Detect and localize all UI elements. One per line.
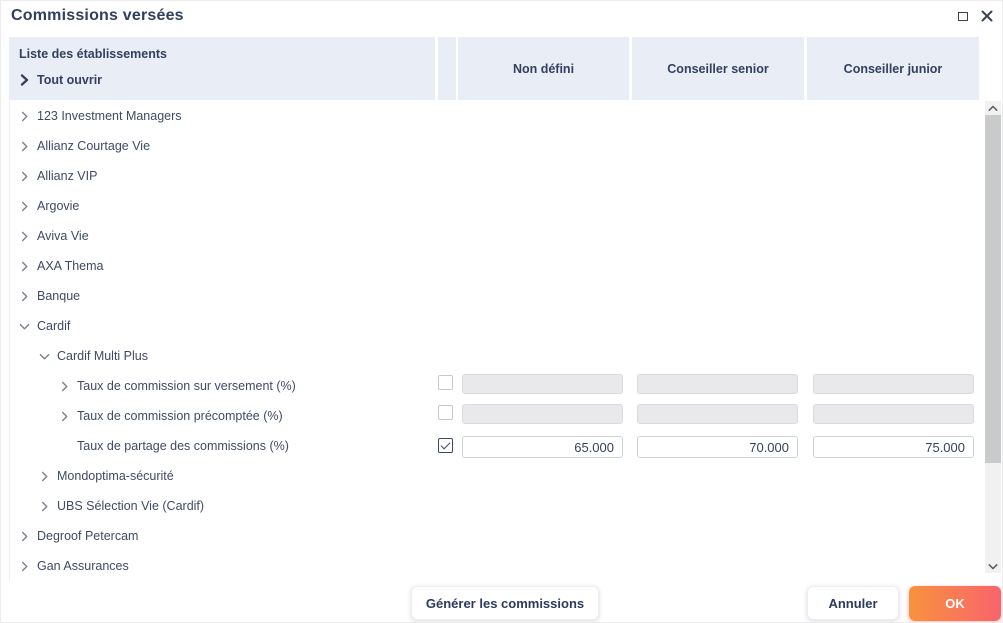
commissions-dialog: Commissions versées Liste des établissem… <box>0 0 1003 623</box>
tree-panel-title: Liste des établissements <box>19 47 435 61</box>
row2-conseiller-junior-input[interactable] <box>813 404 974 424</box>
checkbox-column-header <box>438 37 456 100</box>
scroll-down-button[interactable] <box>985 559 1001 573</box>
tree-item-taux-commission-versement[interactable]: Taux de commission sur versement (%) <box>10 371 435 401</box>
chevron-right-icon[interactable] <box>18 291 30 302</box>
dialog-title: Commissions versées <box>11 7 184 25</box>
chevron-down-icon[interactable] <box>38 352 50 361</box>
chevron-right-icon[interactable] <box>38 501 50 512</box>
row1-non-defini-input[interactable] <box>462 374 623 394</box>
chevron-right-icon[interactable] <box>18 141 30 152</box>
tree-panel-header: Liste des établissements Tout ouvrir <box>9 37 435 100</box>
column-header-conseiller-senior: Conseiller senior <box>632 37 804 100</box>
column-header-conseiller-junior: Conseiller junior <box>807 37 979 100</box>
titlebar: Commissions versées <box>1 1 1002 37</box>
tree-item-argovie[interactable]: Argovie <box>10 191 435 221</box>
tree-item-aviva-vie[interactable]: Aviva Vie <box>10 221 435 251</box>
chevron-right-icon[interactable] <box>58 381 70 392</box>
chevron-right-icon[interactable] <box>18 201 30 212</box>
row2-non-defini-input[interactable] <box>462 404 623 424</box>
tree-item-cardif[interactable]: Cardif <box>10 311 435 341</box>
tree-item-cardif-multi-plus[interactable]: Cardif Multi Plus <box>10 341 435 371</box>
column-header-non-defini: Non défini <box>458 37 629 100</box>
vertical-scrollbar[interactable] <box>985 101 1001 573</box>
maximize-button[interactable] <box>956 9 970 23</box>
chevron-down-icon[interactable] <box>18 322 30 331</box>
maximize-icon <box>958 12 968 21</box>
tree-item-ubs-selection-vie[interactable]: UBS Sélection Vie (Cardif) <box>10 491 435 521</box>
expand-all-label: Tout ouvrir <box>37 73 102 87</box>
tree-item-axa-thema[interactable]: AXA Thema <box>10 251 435 281</box>
scrollbar-thumb[interactable] <box>985 115 1001 463</box>
close-icon <box>981 10 993 22</box>
tree-item-mondoptima-securite[interactable]: Mondoptima-sécurité <box>10 461 435 491</box>
tree-item-taux-partage-commissions[interactable]: Taux de partage des commissions (%) <box>10 431 435 461</box>
expand-all-button[interactable]: Tout ouvrir <box>19 73 435 87</box>
row3-non-defini-input[interactable] <box>462 436 623 458</box>
tree-item-gan-assurances[interactable]: Gan Assurances <box>10 551 435 581</box>
tree-item-123-investment-managers[interactable]: 123 Investment Managers <box>10 101 435 131</box>
close-button[interactable] <box>980 9 994 23</box>
tree-item-degroof-petercam[interactable]: Degroof Petercam <box>10 521 435 551</box>
cancel-button[interactable]: Annuler <box>807 586 899 620</box>
tree-item-allianz-vip[interactable]: Allianz VIP <box>10 161 435 191</box>
chevron-right-icon[interactable] <box>18 531 30 542</box>
tree-item-banque[interactable]: Banque <box>10 281 435 311</box>
row2-checkbox[interactable] <box>438 405 453 420</box>
ok-button[interactable]: OK <box>909 586 1001 621</box>
row1-conseiller-junior-input[interactable] <box>813 374 974 394</box>
row3-conseiller-senior-input[interactable] <box>637 436 798 458</box>
chevron-right-icon[interactable] <box>18 171 30 182</box>
chevron-right-icon[interactable] <box>18 231 30 242</box>
chevron-right-icon <box>19 74 30 86</box>
window-controls <box>956 9 994 23</box>
row2-conseiller-senior-input[interactable] <box>637 404 798 424</box>
chevron-up-icon <box>988 105 998 112</box>
chevron-right-icon[interactable] <box>18 561 30 572</box>
scroll-up-button[interactable] <box>985 101 1001 115</box>
chevron-right-icon[interactable] <box>18 111 30 122</box>
row1-checkbox[interactable] <box>438 375 453 390</box>
row3-checkbox[interactable] <box>438 438 453 453</box>
chevron-right-icon[interactable] <box>58 411 70 422</box>
row3-conseiller-junior-input[interactable] <box>813 436 974 458</box>
chevron-down-icon <box>988 563 998 570</box>
tree-item-taux-commission-precomptee[interactable]: Taux de commission précomptée (%) <box>10 401 435 431</box>
tree-item-allianz-courtage-vie[interactable]: Allianz Courtage Vie <box>10 131 435 161</box>
generate-commissions-button[interactable]: Générer les commissions <box>411 586 599 620</box>
row1-conseiller-senior-input[interactable] <box>637 374 798 394</box>
chevron-right-icon[interactable] <box>38 471 50 482</box>
chevron-right-icon[interactable] <box>18 261 30 272</box>
establishments-tree: 123 Investment Managers Allianz Courtage… <box>9 101 435 581</box>
